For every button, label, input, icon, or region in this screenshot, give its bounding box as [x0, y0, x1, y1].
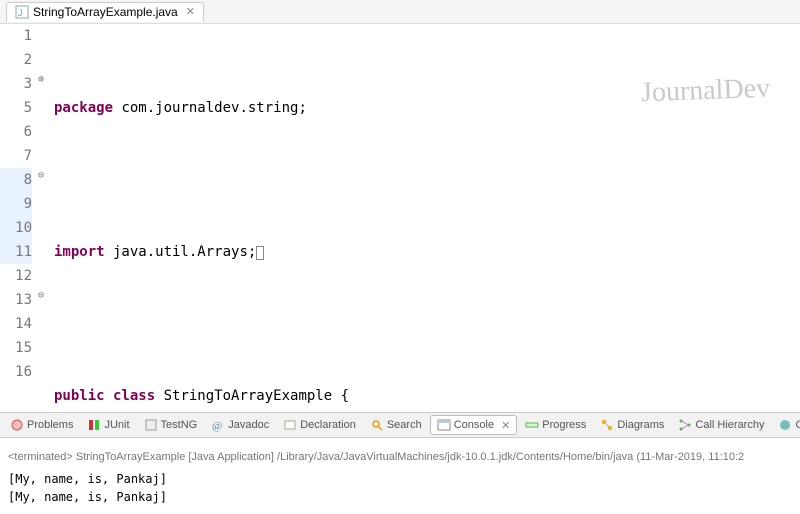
collapse-icon[interactable]: ⊕ [38, 74, 44, 85]
tab-label: JUnit [104, 419, 129, 431]
close-icon[interactable]: ✕ [186, 5, 195, 18]
keyword: public [54, 388, 105, 404]
problems-icon [10, 418, 24, 432]
javadoc-icon: @ [211, 418, 225, 432]
tab-label: G [795, 419, 800, 431]
keyword: import [54, 244, 105, 260]
gradle-icon [778, 418, 792, 432]
tab-call-hierarchy[interactable]: Call Hierarchy [672, 416, 770, 434]
tab-search[interactable]: Search [364, 416, 428, 434]
line-number: 9 [0, 192, 32, 216]
console-icon [437, 418, 451, 432]
tab-label: Progress [542, 419, 586, 431]
line-number: 12 [0, 264, 32, 288]
line-number: 7 [0, 144, 32, 168]
code-text: com.journaldev.string; [113, 100, 307, 116]
line-number: 13 [0, 288, 32, 312]
collapse-icon[interactable]: ⊖ [38, 290, 44, 301]
line-number: 8 [0, 168, 32, 192]
console-output-line: [My, name, is, Pankaj] [8, 470, 792, 488]
declaration-icon [283, 418, 297, 432]
line-number: 2 [0, 48, 32, 72]
diagrams-icon [600, 418, 614, 432]
tab-more[interactable]: G [772, 416, 800, 434]
tab-diagrams[interactable]: Diagrams [594, 416, 670, 434]
line-number: 14 [0, 312, 32, 336]
tab-label: Javadoc [228, 419, 269, 431]
fold-annotation-column: ⊕ ⊖ ⊖ [38, 24, 50, 412]
keyword: package [54, 100, 113, 116]
tab-label: Console [454, 419, 494, 431]
progress-icon [525, 418, 539, 432]
console-panel[interactable]: <terminated> StringToArrayExample [Java … [0, 438, 800, 510]
tab-console[interactable]: Console ✕ [430, 415, 518, 435]
console-header: <terminated> StringToArrayExample [Java … [8, 448, 792, 466]
svg-text:J: J [18, 8, 23, 18]
tab-label: TestNG [161, 419, 198, 431]
line-number: 11 [0, 240, 32, 264]
java-file-icon: J [15, 5, 29, 19]
code-content[interactable]: JournalDev package com.journaldev.string… [50, 24, 800, 412]
views-tab-bar: Problems JUnit TestNG @ Javadoc Declarat… [0, 412, 800, 438]
tab-label: Declaration [300, 419, 356, 431]
line-number: 10 [0, 216, 32, 240]
code-text: StringToArrayExample { [155, 388, 349, 404]
tab-javadoc[interactable]: @ Javadoc [205, 416, 275, 434]
tab-problems[interactable]: Problems [4, 416, 79, 434]
line-number: 3 [0, 72, 32, 96]
close-icon[interactable]: ✕ [501, 419, 510, 432]
tab-filename: StringToArrayExample.java [33, 5, 178, 19]
line-number: 5 [0, 96, 32, 120]
tab-junit[interactable]: JUnit [81, 416, 135, 434]
testng-icon [144, 418, 158, 432]
tab-declaration[interactable]: Declaration [277, 416, 362, 434]
line-number: 6 [0, 120, 32, 144]
collapsed-marker-icon[interactable] [256, 246, 264, 260]
collapse-icon[interactable]: ⊖ [38, 170, 44, 181]
line-number: 16 [0, 360, 32, 384]
line-number: 1 [0, 24, 32, 48]
svg-text:@: @ [212, 420, 222, 432]
junit-icon [87, 418, 101, 432]
editor-tab-file[interactable]: J StringToArrayExample.java ✕ [6, 2, 204, 22]
keyword: class [105, 388, 156, 404]
tab-progress[interactable]: Progress [519, 416, 592, 434]
call-hierarchy-icon [678, 418, 692, 432]
tab-label: Diagrams [617, 419, 664, 431]
tab-testng[interactable]: TestNG [138, 416, 204, 434]
tab-label: Problems [27, 419, 73, 431]
editor-tab-bar: J StringToArrayExample.java ✕ [0, 0, 800, 24]
line-number: 15 [0, 336, 32, 360]
search-icon [370, 418, 384, 432]
tab-label: Search [387, 419, 422, 431]
console-output-line: [My, name, is, Pankaj] [8, 488, 792, 506]
line-number-gutter: 1 2 3 5 6 7 8 9 10 11 12 13 14 15 16 [0, 24, 38, 412]
code-text: java.util.Arrays; [105, 244, 257, 260]
code-editor[interactable]: 1 2 3 5 6 7 8 9 10 11 12 13 14 15 16 ⊕ ⊖… [0, 24, 800, 412]
tab-label: Call Hierarchy [695, 419, 764, 431]
